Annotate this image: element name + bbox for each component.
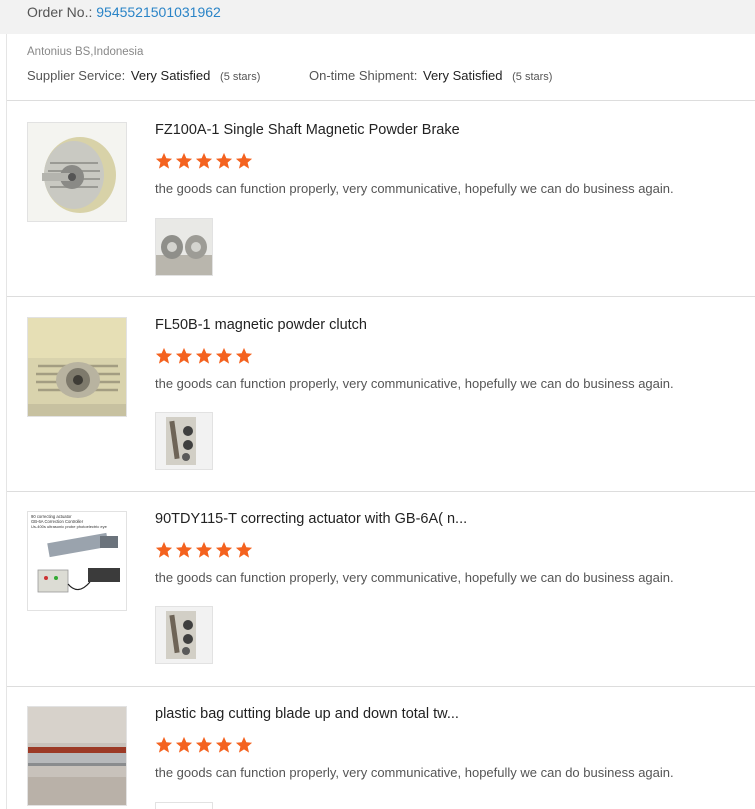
- product-image[interactable]: [27, 122, 127, 222]
- item-divider: [7, 491, 755, 492]
- star-icon: [235, 736, 253, 753]
- star-icon: [155, 347, 173, 364]
- supplier-service-label: Supplier Service:: [27, 68, 126, 83]
- product-title[interactable]: FL50B-1 magnetic powder clutch: [155, 317, 367, 333]
- star-icon: [195, 152, 213, 169]
- supplier-service-rating: Supplier Service: Very Satisfied (5 star…: [27, 68, 260, 83]
- shipment-label: On-time Shipment:: [309, 68, 418, 83]
- star-icon: [195, 736, 213, 753]
- review-photo-parts-icon: [156, 607, 212, 663]
- star-rating: [155, 347, 253, 365]
- review-comment: the goods can function properly, very co…: [155, 765, 674, 780]
- product-title[interactable]: plastic bag cutting blade up and down to…: [155, 706, 459, 722]
- star-rating: [155, 541, 253, 559]
- star-icon: [155, 736, 173, 753]
- star-icon: [195, 541, 213, 558]
- product-title[interactable]: 90TDY115-T correcting actuator with GB-6…: [155, 511, 467, 527]
- product-title[interactable]: FZ100A-1 Single Shaft Magnetic Powder Br…: [155, 122, 460, 138]
- image-caption-line-3: Us-400s ultrasonic probe photoelectric e…: [31, 524, 108, 529]
- buyer-name: Antonius BS,Indonesia: [27, 46, 144, 58]
- star-icon: [235, 347, 253, 364]
- shipment-value: Very Satisfied: [423, 68, 503, 83]
- review-photo-brakes-icon: [156, 219, 212, 275]
- order-number-link[interactable]: 9545521501031962: [96, 4, 221, 20]
- left-divider: [6, 34, 7, 809]
- review-photo-parts-icon: [156, 413, 212, 469]
- review-photo[interactable]: [155, 412, 213, 470]
- order-header: Order No.: 9545521501031962: [0, 0, 755, 34]
- star-icon: [215, 152, 233, 169]
- star-icon: [175, 347, 193, 364]
- review-photo[interactable]: [155, 802, 213, 809]
- review-photo[interactable]: [155, 218, 213, 276]
- star-icon: [155, 541, 173, 558]
- powder-clutch-photo-icon: [28, 318, 126, 416]
- star-icon: [215, 541, 233, 558]
- magnetic-brake-photo-icon: [28, 123, 126, 221]
- cutting-blade-photo-icon: [28, 707, 126, 805]
- section-divider: [7, 100, 755, 101]
- star-icon: [195, 347, 213, 364]
- order-number-label: Order No.:: [27, 4, 93, 20]
- review-photo[interactable]: [155, 606, 213, 664]
- review-comment: the goods can function properly, very co…: [155, 570, 674, 585]
- star-icon: [175, 736, 193, 753]
- star-rating: [155, 736, 253, 754]
- supplier-service-stars: (5 stars): [220, 71, 261, 83]
- shipment-rating: On-time Shipment: Very Satisfied (5 star…: [309, 68, 552, 83]
- star-icon: [235, 541, 253, 558]
- product-review-item: FZ100A-1 Single Shaft Magnetic Powder Br…: [27, 122, 755, 282]
- star-icon: [175, 541, 193, 558]
- star-icon: [215, 347, 233, 364]
- product-review-item: plastic bag cutting blade up and down to…: [27, 706, 755, 809]
- star-icon: [235, 152, 253, 169]
- star-icon: [215, 736, 233, 753]
- item-divider: [7, 296, 755, 297]
- item-divider: [7, 686, 755, 687]
- star-icon: [175, 152, 193, 169]
- supplier-service-value: Very Satisfied: [130, 68, 211, 83]
- supplier-info: Antonius BS,Indonesia: [27, 44, 143, 60]
- shipment-stars: (5 stars): [512, 71, 553, 83]
- product-review-item: 90 correcting actuator GB-6A Correction …: [27, 511, 755, 671]
- review-comment: the goods can function properly, very co…: [155, 181, 674, 196]
- product-image[interactable]: 90 correcting actuator GB-6A Correction …: [27, 511, 127, 611]
- product-review-item: FL50B-1 magnetic powder clutch the goods…: [27, 317, 755, 477]
- star-icon: [155, 152, 173, 169]
- product-image[interactable]: [27, 317, 127, 417]
- review-comment: the goods can function properly, very co…: [155, 376, 674, 391]
- actuator-kit-photo-icon: 90 correcting actuator GB-6A Correction …: [28, 512, 126, 610]
- product-image[interactable]: [27, 706, 127, 806]
- star-rating: [155, 152, 253, 170]
